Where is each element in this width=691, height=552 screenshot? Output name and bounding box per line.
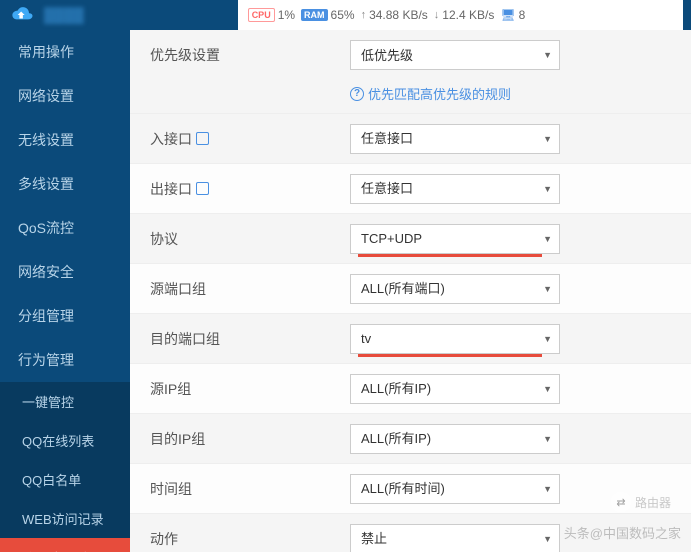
label-protocol: 协议	[150, 229, 350, 249]
select-priority[interactable]: 低优先级	[350, 40, 560, 70]
select-action[interactable]: 禁止	[350, 524, 560, 552]
sidebar-sub-onekey[interactable]: 一键管控	[0, 382, 130, 421]
logo-icon	[8, 4, 36, 26]
select-in-iface[interactable]: 任意接口	[350, 124, 560, 154]
sidebar-sub-weblog[interactable]: WEB访问记录	[0, 499, 130, 538]
sidebar-item-wireless[interactable]: 无线设置	[0, 118, 130, 162]
sidebar: 常用操作 网络设置 无线设置 多线设置 QoS流控 网络安全 分组管理 行为管理…	[0, 30, 130, 552]
label-dst-ip: 目的IP组	[150, 429, 350, 449]
cpu-value: 1%	[278, 8, 295, 22]
select-src-ip[interactable]: ALL(所有IP)	[350, 374, 560, 404]
download-icon: ↓	[434, 9, 440, 21]
sidebar-sub-firewall[interactable]: 防火墙规则	[0, 538, 130, 552]
sidebar-sub-qqwhite[interactable]: QQ白名单	[0, 460, 130, 499]
sidebar-item-multiwan[interactable]: 多线设置	[0, 162, 130, 206]
priority-hint: 优先匹配高优先级的规则	[368, 84, 511, 103]
label-time: 时间组	[150, 479, 350, 499]
select-dst-port[interactable]: tv	[350, 324, 560, 354]
select-src-port[interactable]: ALL(所有端口)	[350, 274, 560, 304]
copy-icon[interactable]	[196, 182, 209, 195]
label-action: 动作	[150, 529, 350, 549]
select-time[interactable]: ALL(所有时间)	[350, 474, 560, 504]
ram-value: 65%	[331, 8, 355, 22]
select-dst-ip[interactable]: ALL(所有IP)	[350, 424, 560, 454]
upload-icon: ↑	[361, 9, 367, 21]
sidebar-item-qos[interactable]: QoS流控	[0, 206, 130, 250]
label-out-iface: 出接口	[150, 179, 192, 199]
select-out-iface[interactable]: 任意接口	[350, 174, 560, 204]
label-dst-port: 目的端口组	[150, 329, 350, 349]
select-protocol[interactable]: TCP+UDP	[350, 224, 560, 254]
clients-value: 8	[519, 8, 526, 22]
download-value: 12.4 KB/s	[442, 8, 494, 22]
cpu-badge: CPU	[248, 8, 275, 22]
sidebar-item-group[interactable]: 分组管理	[0, 294, 130, 338]
sidebar-item-common[interactable]: 常用操作	[0, 30, 130, 74]
label-priority: 优先级设置	[150, 45, 350, 65]
sidebar-item-security[interactable]: 网络安全	[0, 250, 130, 294]
stats-bar: CPU 1% RAM 65% ↑ 34.88 KB/s ↓ 12.4 KB/s …	[238, 0, 683, 30]
upload-value: 34.88 KB/s	[369, 8, 428, 22]
copy-icon[interactable]	[196, 132, 209, 145]
sidebar-sub-qqonline[interactable]: QQ在线列表	[0, 421, 130, 460]
label-src-port: 源端口组	[150, 279, 350, 299]
clients-icon: 🖥	[500, 8, 515, 22]
sidebar-item-behavior[interactable]: 行为管理	[0, 338, 130, 382]
brand-name: ████	[44, 7, 84, 23]
help-icon: ?	[350, 87, 364, 101]
ram-badge: RAM	[301, 9, 328, 21]
main-form: 优先级设置 低优先级 ? 优先匹配高优先级的规则 入接口 任意接口 出接口 任意…	[130, 30, 691, 552]
label-src-ip: 源IP组	[150, 379, 350, 399]
topbar: ████ CPU 1% RAM 65% ↑ 34.88 KB/s ↓ 12.4 …	[0, 0, 691, 30]
sidebar-item-network[interactable]: 网络设置	[0, 74, 130, 118]
label-in-iface: 入接口	[150, 129, 192, 149]
